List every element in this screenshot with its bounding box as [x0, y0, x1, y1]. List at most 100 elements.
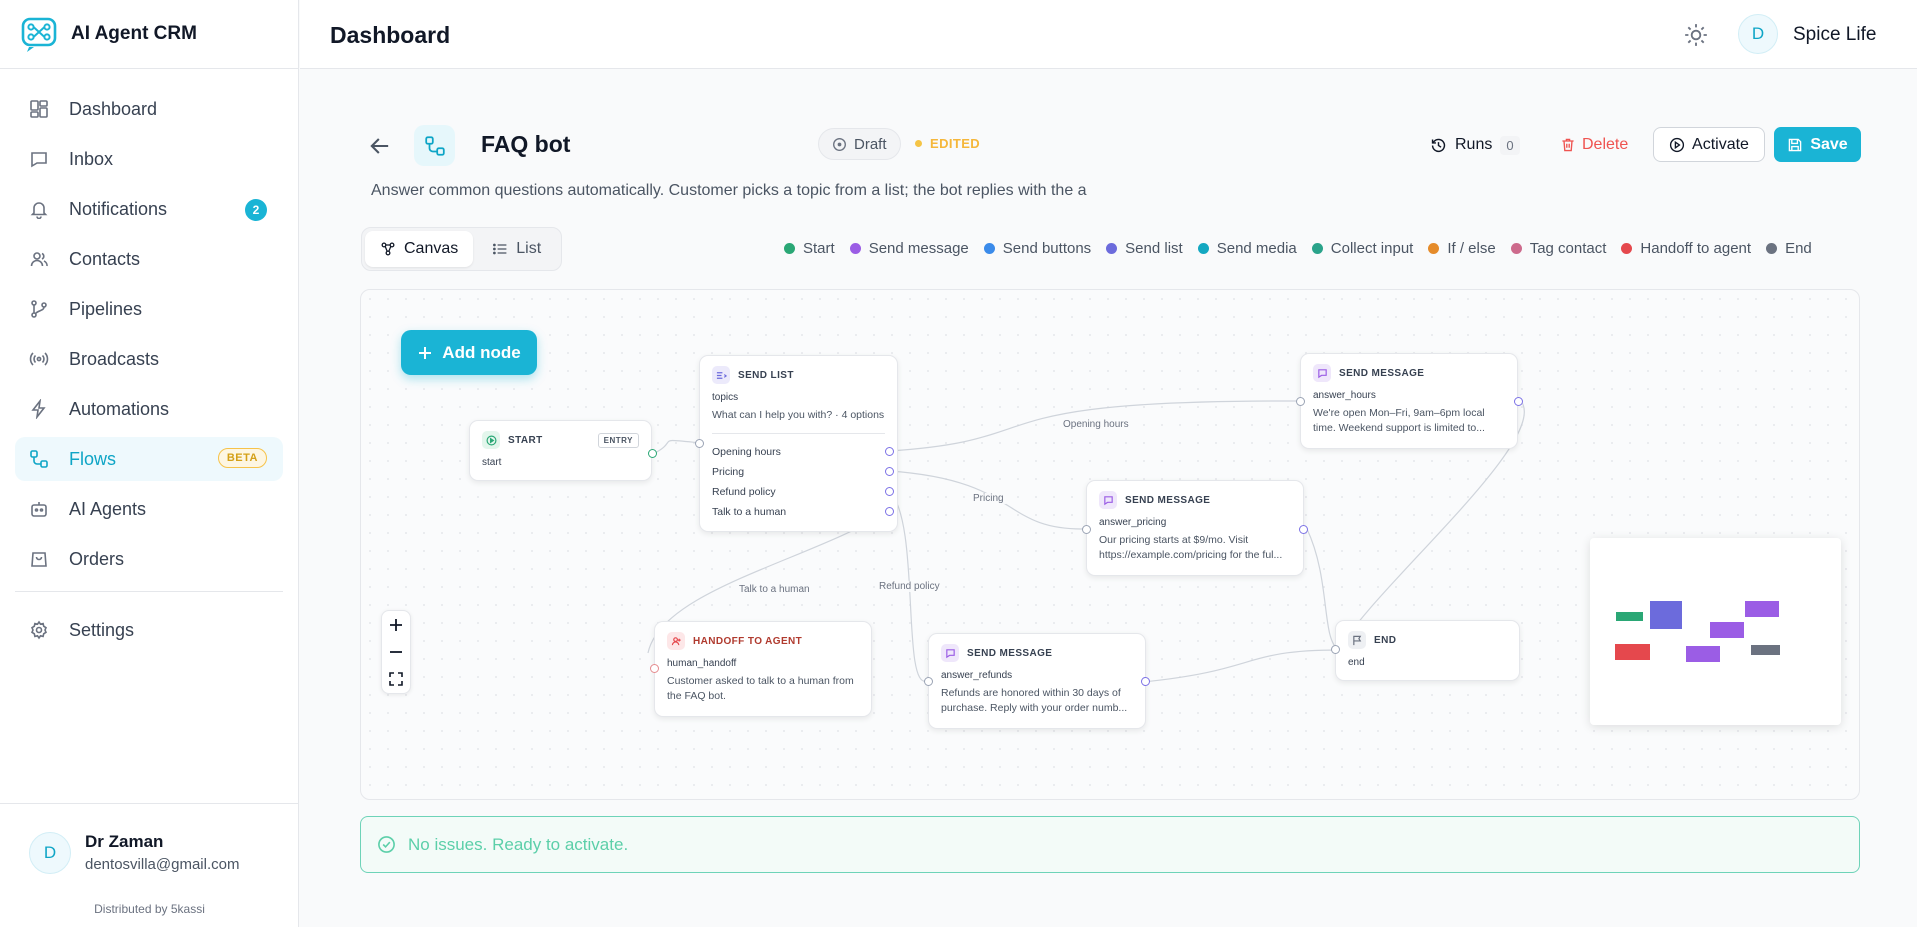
minimap[interactable] [1590, 538, 1841, 725]
port-in[interactable] [1296, 397, 1305, 406]
flow-canvas[interactable]: Add node START ENTRY start SEND LIST top… [360, 289, 1860, 800]
activate-button[interactable]: Activate [1653, 127, 1765, 162]
topbar: Dashboard D Spice Life [300, 0, 1917, 69]
back-arrow-icon[interactable] [366, 132, 394, 160]
sidebar-item-label: Dashboard [69, 98, 158, 119]
legend-dot [784, 243, 795, 254]
port-out[interactable] [885, 467, 894, 476]
sidebar-item-inbox[interactable]: Inbox [15, 137, 283, 181]
port-in[interactable] [650, 664, 659, 673]
flow-title[interactable]: FAQ bot [481, 131, 570, 158]
entry-tag: ENTRY [597, 432, 639, 448]
broadcast-icon [29, 352, 49, 366]
port-out[interactable] [885, 447, 894, 456]
list-option: Pricing [712, 466, 745, 478]
minimap-node-list [1650, 601, 1682, 629]
port-out[interactable] [885, 487, 894, 496]
minimap-node-hours [1745, 601, 1779, 617]
add-node-button[interactable]: Add node [401, 330, 537, 375]
node-end[interactable]: END end [1335, 620, 1520, 681]
port-out[interactable] [648, 449, 657, 458]
sidebar-item-broadcasts[interactable]: Broadcasts [15, 337, 283, 381]
message-node-icon [1099, 491, 1117, 509]
sidebar-item-pipelines[interactable]: Pipelines [15, 287, 283, 331]
sidebar-item-label: Flows [69, 448, 117, 469]
sidebar-item-settings[interactable]: Settings [15, 608, 283, 652]
node-type: SEND MESSAGE [1125, 494, 1211, 506]
status-message: No issues. Ready to activate. [408, 834, 629, 854]
message-node-icon [941, 644, 959, 662]
sidebar-item-orders[interactable]: Orders [15, 537, 283, 581]
user-email: dentosvilla@gmail.com [85, 856, 240, 873]
port-in[interactable] [695, 439, 704, 448]
edge-refunds-end [1142, 649, 1340, 683]
sidebar-item-automations[interactable]: Automations [15, 387, 283, 431]
delete-button[interactable]: Delete [1560, 128, 1628, 162]
node-header: SEND LIST [712, 366, 885, 384]
message-node-icon [1313, 364, 1331, 382]
sidebar-item-dashboard[interactable]: Dashboard [15, 87, 283, 131]
legend-label: Tag contact [1529, 240, 1607, 257]
plus-icon [390, 618, 402, 631]
legend-label: Start [803, 240, 835, 257]
inbox-icon [31, 152, 47, 168]
node-answer-pricing[interactable]: SEND MESSAGE answer_pricing Our pricing … [1086, 480, 1304, 576]
notification-count-badge: 2 [245, 199, 267, 221]
sidebar-item-contacts[interactable]: Contacts [15, 237, 283, 281]
fullscreen-icon [389, 672, 403, 687]
node-send-list[interactable]: SEND LIST topics What can I help you wit… [699, 355, 898, 532]
node-key: answer_refunds [941, 670, 1013, 681]
node-key: start [482, 457, 502, 468]
legend-dot [1621, 243, 1633, 254]
sidebar-item-notifications[interactable]: Notifications 2 [15, 187, 283, 231]
distributed-by: Distributed by 5kassi [94, 902, 205, 916]
theme-toggle-sun-icon[interactable] [1683, 22, 1709, 48]
tab-canvas[interactable]: Canvas [365, 231, 474, 267]
save-label: Save [1810, 135, 1848, 153]
legend-item-collect-input: Collect input [1311, 240, 1413, 257]
sidebar-item-label: Broadcasts [69, 348, 160, 369]
node-answer-hours[interactable]: SEND MESSAGE answer_hours We're open Mon… [1300, 353, 1518, 449]
node-start[interactable]: START ENTRY start [469, 420, 652, 481]
status-badge: Draft [818, 128, 901, 160]
save-button[interactable]: Save [1774, 127, 1861, 162]
bell-icon [30, 202, 48, 219]
edge-start-list [652, 439, 702, 455]
port-out[interactable] [1514, 397, 1523, 406]
port-in[interactable] [1082, 525, 1091, 534]
zoom-out-button[interactable] [382, 638, 410, 665]
node-answer-refunds[interactable]: SEND MESSAGE answer_refunds Refunds are … [928, 633, 1146, 729]
legend-dot [1311, 243, 1323, 254]
user-profile[interactable]: D Dr Zaman dentosvilla@gmail.com Distrib… [0, 803, 299, 927]
plus-icon [419, 346, 432, 359]
minimap-node-end [1751, 645, 1780, 655]
port-in[interactable] [924, 677, 933, 686]
brand[interactable]: AI Agent CRM [0, 0, 298, 69]
sidebar-item-ai-agents[interactable]: AI Agents [15, 487, 283, 531]
legend-item-send-media: Send media [1197, 240, 1297, 257]
history-icon [1431, 138, 1446, 152]
page-title: Dashboard [330, 22, 451, 48]
zoom-in-button[interactable] [382, 611, 410, 638]
start-node-icon [482, 431, 500, 449]
edge-label-refund: Refund policy [877, 581, 942, 592]
port-out[interactable] [1299, 525, 1308, 534]
flow-description[interactable]: Answer common questions automatically. C… [371, 182, 1087, 200]
node-handoff[interactable]: HANDOFF TO AGENT human_handoff Customer … [654, 621, 872, 717]
legend-item-send-list: Send list [1106, 240, 1183, 257]
workspace-avatar[interactable]: D [1738, 14, 1778, 54]
node-body: Our pricing starts at $9/mo. Visit https… [1099, 534, 1283, 561]
port-in[interactable] [1331, 645, 1340, 654]
runs-button[interactable]: Runs 0 [1430, 128, 1520, 162]
sidebar-item-flows[interactable]: Flows BETA [15, 437, 283, 481]
runs-label: Runs [1455, 136, 1493, 153]
delete-label: Delete [1582, 136, 1629, 153]
fit-view-button[interactable] [382, 666, 410, 693]
sidebar-divider [15, 591, 283, 592]
tab-list[interactable]: List [477, 231, 556, 267]
workspace-name[interactable]: Spice Life [1793, 24, 1876, 46]
port-out[interactable] [1141, 677, 1150, 686]
port-out[interactable] [885, 507, 894, 516]
flow-icon [30, 450, 48, 468]
sidebar-item-label: Automations [69, 398, 170, 419]
